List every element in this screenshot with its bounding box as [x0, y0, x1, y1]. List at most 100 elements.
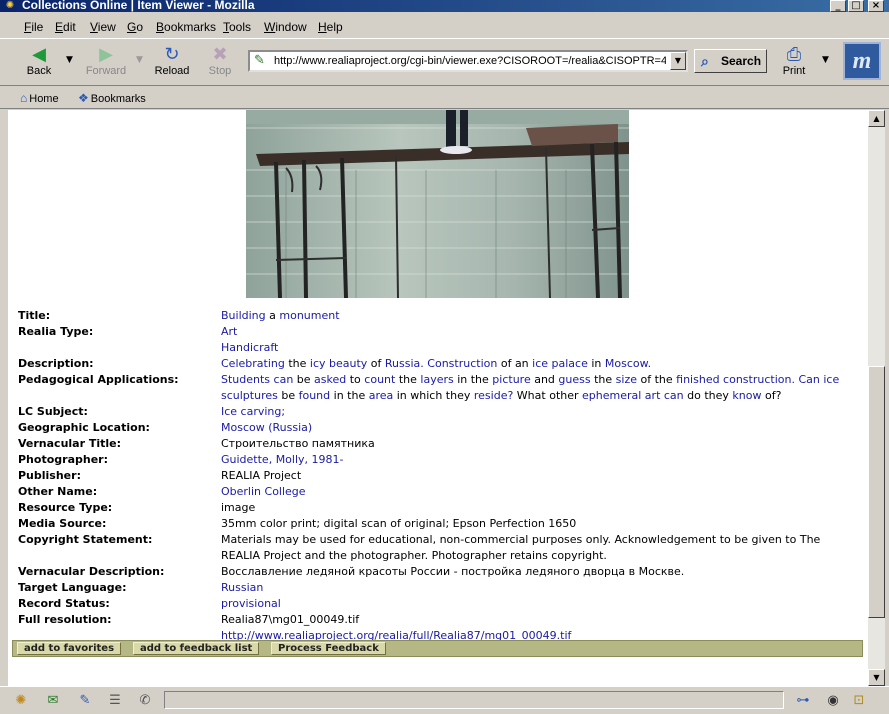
menu-view[interactable]: View [90, 20, 116, 34]
menu-help[interactable]: Help [318, 20, 343, 34]
metadata-row-resource-type: Resource Type: image [18, 500, 849, 516]
search-link[interactable]: size [616, 373, 637, 386]
mozilla-logo[interactable]: m [843, 42, 881, 80]
mail-icon[interactable]: ✉ [42, 693, 64, 708]
field-value: 35mm color print; digital scan of origin… [221, 517, 577, 530]
url-bar: ✎ ▼ [248, 50, 688, 72]
vertical-scrollbar[interactable]: ▲ ▼ [868, 110, 885, 686]
search-link[interactable]: Russian [221, 581, 263, 594]
menu-bookmarks[interactable]: Bookmarks [156, 20, 216, 34]
privacy-icon[interactable]: ◉ [822, 693, 844, 708]
home-button[interactable]: ⌂ Home [20, 91, 59, 105]
search-link[interactable]: layers [420, 373, 453, 386]
site-icon: ✎ [254, 53, 265, 68]
metadata-row-record-status: Record Status: provisional [18, 596, 849, 612]
search-link[interactable]: guess [558, 373, 590, 386]
window-title: Collections Online | Item Viewer - Mozil… [22, 0, 255, 12]
print-button[interactable]: ⎙ Print [772, 43, 816, 83]
field-value: Students can be asked to count the layer… [221, 373, 840, 402]
stop-button[interactable]: ✖ Stop [198, 43, 242, 83]
search-link[interactable]: finished construction. [676, 373, 795, 386]
search-link[interactable]: area [369, 389, 394, 402]
menu-file[interactable]: File [24, 20, 43, 34]
navigation-toolbar: ◀ Back ▼ ▶ Forward ▼ ↻ Reload ✖ Stop ✎ ▼… [0, 38, 889, 86]
search-link[interactable]: Art [221, 324, 849, 340]
irc-chat-icon[interactable]: ✆ [134, 693, 156, 708]
navigator-icon[interactable]: ✺ [10, 693, 32, 708]
online-status-icon[interactable]: ⊶ [792, 693, 814, 708]
menu-edit[interactable]: Edit [55, 20, 76, 34]
forward-arrow-icon: ▶ [99, 44, 113, 64]
scroll-down-arrow[interactable]: ▼ [868, 669, 885, 686]
maximize-button[interactable]: □ [848, 0, 864, 12]
scroll-up-arrow[interactable]: ▲ [868, 110, 885, 127]
search-link[interactable]: Construction [427, 357, 497, 370]
url-input[interactable] [274, 53, 666, 69]
menu-tools[interactable]: Tools [223, 20, 251, 34]
search-link[interactable]: Oberlin College [221, 485, 306, 498]
search-link[interactable]: ephemeral art can [582, 389, 684, 402]
field-label: Vernacular Title: [18, 437, 122, 450]
address-book-icon[interactable]: ☰ [104, 693, 126, 708]
search-link[interactable]: provisional [221, 597, 281, 610]
search-link[interactable]: Students can [221, 373, 293, 386]
search-link[interactable]: Handicraft [221, 340, 849, 356]
search-link[interactable]: monument [279, 309, 339, 322]
back-button[interactable]: ◀ Back [17, 43, 61, 83]
metadata-row-vernacular-title: Vernacular Title: Строительство памятник… [18, 436, 849, 452]
search-link[interactable]: count [364, 373, 395, 386]
security-lock-icon[interactable]: ⊡ [848, 693, 870, 708]
search-link[interactable]: Moscow (Russia) [221, 421, 312, 434]
add-to-feedback-list-button[interactable]: add to feedback list [133, 642, 260, 655]
back-history-dropdown[interactable]: ▼ [66, 55, 73, 65]
bookmarks-icon: ❖ [78, 91, 89, 105]
search-link[interactable]: picture [492, 373, 530, 386]
reload-icon: ↻ [164, 44, 180, 64]
scrollbar-thumb[interactable] [868, 366, 885, 618]
search-link[interactable]: ice palace [532, 357, 588, 370]
metadata-row-target-language: Target Language: Russian [18, 580, 849, 596]
search-link[interactable]: Guidette, Molly, 1981- [221, 453, 344, 466]
field-label: Title: [18, 309, 51, 322]
search-link[interactable]: reside? [474, 389, 513, 402]
search-icon: ⌕ [701, 53, 709, 69]
add-to-favorites-button[interactable]: add to favorites [17, 642, 122, 655]
search-link[interactable]: Ice carving; [221, 405, 285, 418]
search-link[interactable]: Celebrating [221, 357, 285, 370]
search-link[interactable]: know [732, 389, 761, 402]
search-button[interactable]: ⌕ Search [694, 49, 767, 73]
minimize-button[interactable]: _ [830, 0, 846, 12]
search-link[interactable]: Russia. [385, 357, 424, 370]
search-link[interactable]: icy beauty [310, 357, 367, 370]
search-link[interactable]: Building [221, 309, 266, 322]
field-value: Moscow (Russia) [221, 420, 849, 436]
field-value: image [221, 501, 256, 514]
metadata-row-title: Title: Building a monument [18, 308, 849, 324]
back-arrow-icon: ◀ [32, 44, 46, 64]
field-label: Publisher: [18, 469, 81, 482]
status-bar: ✺ ✉ ✎ ☰ ✆ ⊶ ◉ ⊡ [0, 686, 889, 714]
print-options-dropdown[interactable]: ▼ [822, 55, 829, 65]
search-link[interactable]: asked [314, 373, 346, 386]
field-value: provisional [221, 596, 849, 612]
menu-window[interactable]: Window [264, 20, 307, 34]
bookmarks-button[interactable]: ❖ Bookmarks [78, 91, 146, 105]
printer-icon: ⎙ [786, 44, 802, 64]
metadata-row-lc-subject: LC Subject: Ice carving; [18, 404, 849, 420]
metadata-row-other-name: Other Name: Oberlin College [18, 484, 849, 500]
reload-button[interactable]: ↻ Reload [150, 43, 194, 83]
menu-go[interactable]: Go [127, 20, 143, 34]
item-photo[interactable] [246, 110, 629, 298]
forward-history-dropdown[interactable]: ▼ [136, 55, 143, 65]
process-feedback-button[interactable]: Process Feedback [271, 642, 386, 655]
search-link[interactable]: Moscow. [605, 357, 651, 370]
field-label: Target Language: [18, 581, 127, 594]
metadata-row-copyright: Copyright Statement: Materials may be us… [18, 532, 849, 564]
field-value: Guidette, Molly, 1981- [221, 452, 849, 468]
close-button[interactable]: × [868, 0, 884, 12]
url-dropdown-button[interactable]: ▼ [670, 52, 686, 70]
search-link[interactable]: found [299, 389, 331, 402]
composer-icon[interactable]: ✎ [74, 693, 96, 708]
field-value: Восславление ледяной красоты России - по… [221, 565, 685, 578]
forward-button[interactable]: ▶ Forward [84, 43, 128, 83]
